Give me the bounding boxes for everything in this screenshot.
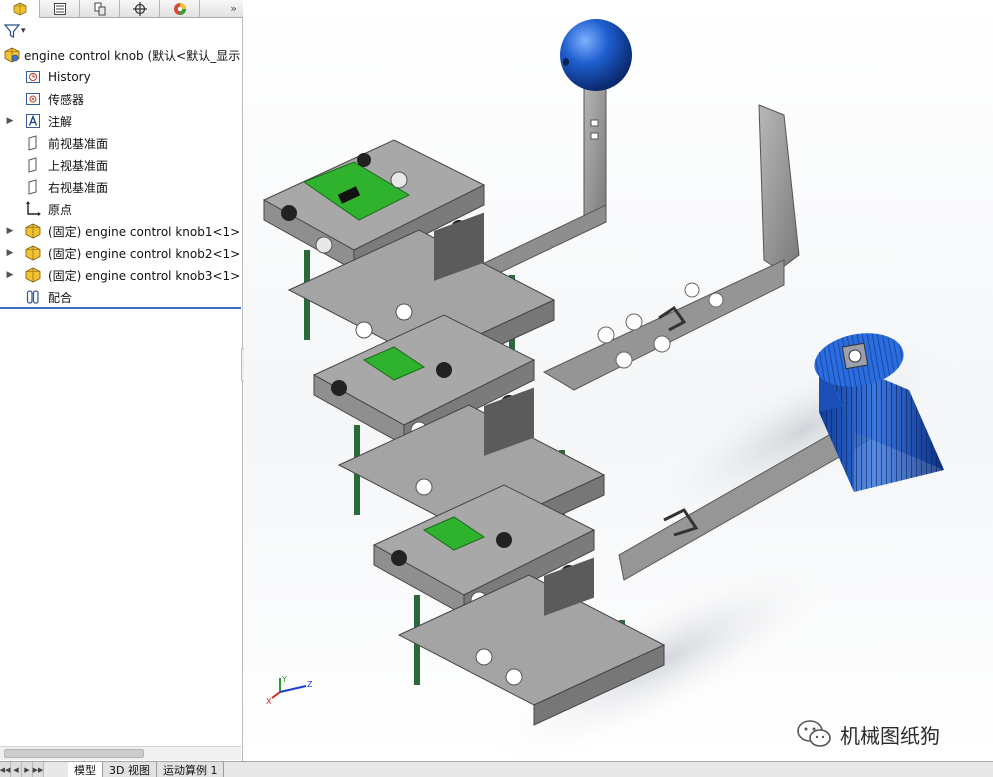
nav-next-button[interactable]: ▶: [22, 762, 33, 777]
tree-root-label: engine control knob (默认<默认_显示: [24, 48, 241, 63]
module-stack: [262, 139, 666, 726]
part-icon: [24, 266, 42, 284]
tree-item-component-1[interactable]: ▶ (固定) engine control knob1<1> (: [0, 220, 243, 242]
tree-item-right-plane[interactable]: 右视基准面: [0, 176, 243, 198]
mates-icon: [24, 288, 42, 306]
origin-icon: [24, 200, 42, 218]
nav-first-button[interactable]: ◀◀: [0, 762, 11, 777]
tab-model[interactable]: 模型: [68, 762, 103, 777]
watermark-text: 机械图纸狗: [840, 723, 940, 748]
tab-dimxpert-manager[interactable]: [120, 0, 160, 18]
tab-display-manager[interactable]: [160, 0, 200, 18]
tree-item-label: 前视基准面: [48, 136, 109, 151]
middle-lever: [542, 104, 800, 391]
property-manager-icon: [53, 3, 66, 15]
tree-item-component-3[interactable]: ▶ (固定) engine control knob3<1> (: [0, 264, 243, 286]
expand-arrow-icon[interactable]: ▶: [6, 226, 14, 236]
tree-item-label: 原点: [48, 202, 73, 217]
filter-row: ▾: [0, 20, 243, 42]
top-lever: [473, 19, 632, 286]
tree-item-origin[interactable]: 原点: [0, 198, 243, 220]
tab-3d-view[interactable]: 3D 视图: [103, 762, 157, 777]
part-icon: [24, 222, 42, 240]
feature-manager-panel: » ▾ engine control knob (默认<默认_显示 Histor…: [0, 0, 243, 777]
scrollbar-thumb[interactable]: [4, 749, 144, 758]
graphics-viewport[interactable]: Y Z X: [244, 0, 993, 761]
expand-arrow-icon[interactable]: ▶: [6, 248, 14, 258]
tree-item-label: History: [48, 70, 91, 84]
tree-item-sensors[interactable]: 传感器: [0, 88, 243, 110]
tree-item-label: 右视基准面: [48, 180, 109, 195]
tree-item-annotations[interactable]: ▶ 注解: [0, 110, 243, 132]
filter-dropdown-arrow[interactable]: ▾: [21, 26, 26, 36]
triad-z-label: Z: [307, 680, 313, 689]
watermark: 机械图纸狗: [796, 718, 940, 750]
tree-item-mates[interactable]: 配合: [0, 286, 243, 308]
assembly-model-render: Y Z X: [262, 19, 975, 761]
assembly-icon: [3, 46, 21, 64]
history-icon: [24, 68, 42, 86]
part-icon: [24, 244, 42, 262]
plane-icon: [24, 134, 42, 152]
bottom-tab-bar: ◀◀ ◀ ▶ ▶▶ 模型 3D 视图 运动算例 1: [0, 761, 993, 777]
dimxpert-manager-icon: [132, 2, 147, 16]
tree-item-label: 传感器: [48, 92, 85, 107]
tree-item-label: (固定) engine control knob1<1> (: [48, 224, 243, 239]
panel-more-button[interactable]: »: [200, 0, 243, 17]
plane-icon: [24, 156, 42, 174]
tree-item-label: (固定) engine control knob2<1> (: [48, 246, 243, 261]
tree-item-label: 注解: [48, 114, 73, 129]
tree-root-assembly[interactable]: engine control knob (默认<默认_显示: [0, 44, 243, 66]
triad-x-label: X: [266, 697, 272, 706]
coordinate-triad: Y Z X: [266, 675, 313, 706]
tree-item-label: 上视基准面: [48, 158, 109, 173]
tree-item-component-2[interactable]: ▶ (固定) engine control knob2<1> (: [0, 242, 243, 264]
nav-last-button[interactable]: ▶▶: [33, 762, 44, 777]
tab-property-manager[interactable]: [40, 0, 80, 18]
panel-separator[interactable]: [0, 307, 241, 309]
nav-prev-button[interactable]: ◀: [11, 762, 22, 777]
wechat-icon: [797, 720, 831, 747]
tree-item-history[interactable]: History: [0, 66, 243, 88]
triad-y-label: Y: [281, 675, 287, 684]
tab-feature-manager[interactable]: [0, 0, 40, 18]
plane-icon: [24, 178, 42, 196]
panel-tab-strip: »: [0, 0, 243, 18]
tab-configuration-manager[interactable]: [80, 0, 120, 18]
configuration-manager-icon: [94, 2, 105, 16]
feature-tree: engine control knob (默认<默认_显示 History 传感…: [0, 44, 243, 308]
display-manager-icon: [173, 3, 186, 15]
tree-horizontal-scrollbar[interactable]: [0, 746, 241, 760]
expand-arrow-icon[interactable]: ▶: [6, 116, 14, 126]
feature-manager-icon: [13, 2, 26, 16]
annotation-icon: [24, 112, 42, 130]
sensor-icon: [24, 90, 42, 108]
expand-arrow-icon[interactable]: ▶: [6, 270, 14, 280]
tree-item-label: (固定) engine control knob3<1> (: [48, 268, 243, 283]
tab-motion-study-1[interactable]: 运动算例 1: [156, 762, 225, 777]
tree-item-front-plane[interactable]: 前视基准面: [0, 132, 243, 154]
tree-item-label: 配合: [48, 290, 73, 305]
tree-item-top-plane[interactable]: 上视基准面: [0, 154, 243, 176]
filter-icon[interactable]: [4, 23, 20, 39]
